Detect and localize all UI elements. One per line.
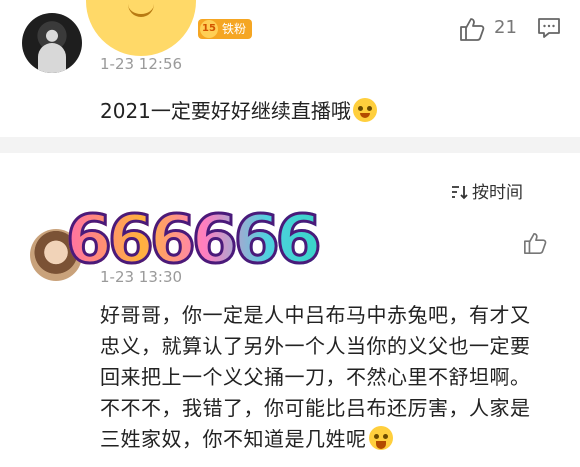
sort-by-time-button[interactable]: 按时间 bbox=[451, 178, 523, 203]
like-count: 21 bbox=[494, 17, 517, 38]
fan-badge[interactable]: 15 铁粉 bbox=[198, 19, 253, 39]
thumbs-up-icon[interactable] bbox=[522, 231, 548, 255]
comment-text: 2021一定要好好继续直播哦 bbox=[100, 95, 377, 124]
comment-text-body: 好哥哥，你一定是人中吕布马中赤兔吧，有才又忠义，就算认了另外一个人当你的义父也一… bbox=[100, 303, 531, 451]
comment-time: 1-23 13:30 bbox=[100, 268, 183, 286]
fan-badge-label: 铁粉 bbox=[222, 22, 247, 36]
thumbs-up-icon[interactable] bbox=[458, 16, 486, 42]
section-divider bbox=[0, 137, 580, 153]
pleading-face-emoji bbox=[352, 98, 377, 122]
comment-time: 1-23 12:56 bbox=[100, 55, 183, 73]
face-sticker bbox=[86, 0, 196, 56]
comment-icon[interactable] bbox=[537, 17, 561, 39]
fan-level: 15 bbox=[200, 20, 218, 38]
sort-icon bbox=[452, 186, 468, 200]
sort-label: 按时间 bbox=[472, 183, 523, 203]
laughing-face-emoji bbox=[368, 426, 393, 450]
comment-text-body: 2021一定要好好继续直播哦 bbox=[100, 99, 351, 123]
comment-text: 好哥哥，你一定是人中吕布马中赤兔吧，有才又忠义，就算认了另外一个人当你的义父也一… bbox=[100, 300, 540, 455]
commenter-avatar[interactable] bbox=[22, 13, 82, 73]
